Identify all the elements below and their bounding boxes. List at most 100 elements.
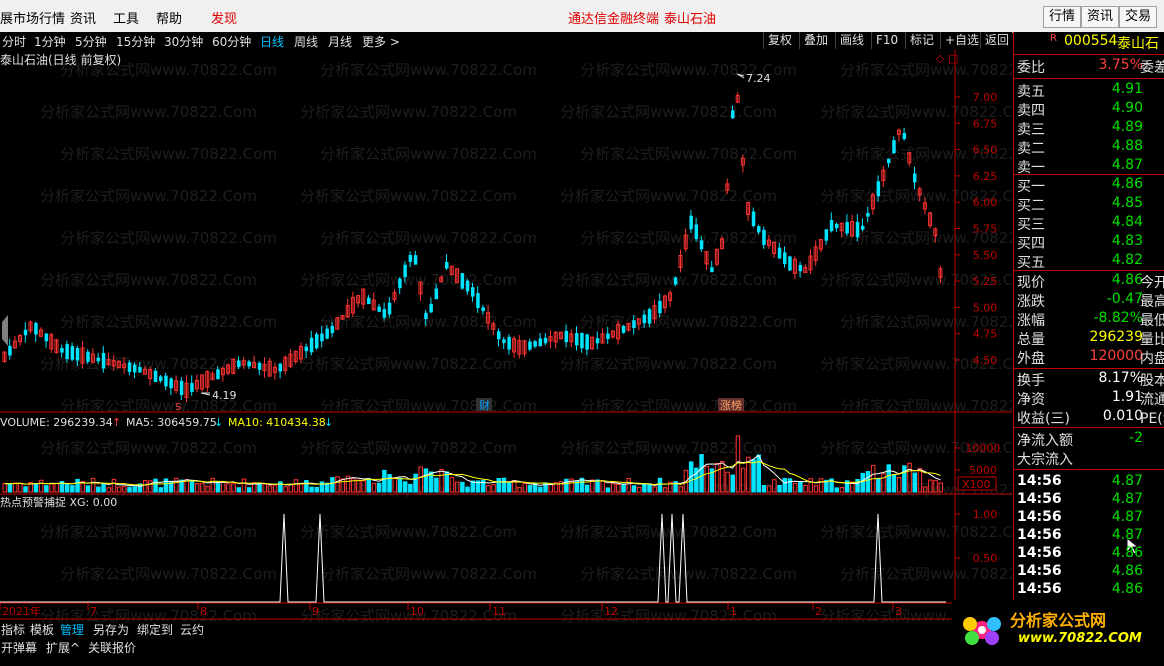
candle-body	[429, 303, 433, 313]
volume-bar	[7, 483, 13, 493]
volume-bar	[314, 486, 319, 493]
f10-button[interactable]: F10	[871, 32, 902, 49]
date-tick-label: 9	[312, 605, 319, 618]
period-weekly[interactable]: 周线	[294, 33, 318, 50]
candle-body	[502, 339, 506, 343]
watermark-text: 分析家公式网www.70822.Com	[580, 565, 797, 583]
mark-button[interactable]: 标记	[905, 32, 938, 49]
sell-row: 卖二 4.88	[1014, 138, 1164, 157]
watermark-text: 分析家公式网www.70822.Com	[320, 565, 537, 583]
volume-tick-label: 10000	[966, 442, 1001, 455]
volume-bar	[75, 478, 80, 493]
diamond-icon[interactable]: ◇ □	[936, 52, 958, 65]
candle-body	[528, 341, 532, 350]
overlay-button[interactable]: 叠加	[799, 32, 832, 49]
news-button[interactable]: 资讯	[1081, 6, 1120, 28]
period-5min[interactable]: 5分钟	[75, 33, 107, 50]
menu-market[interactable]: 展市场行情	[0, 8, 65, 27]
stat-row: 外盘 120000 内盘	[1014, 348, 1164, 367]
row-value: 4.87	[1111, 157, 1143, 173]
related-quote-button[interactable]: 关联报价	[88, 639, 136, 656]
tab-cloud[interactable]: 云约	[180, 621, 204, 638]
volume-bar	[818, 478, 824, 493]
tab-indicator[interactable]: 指标	[1, 621, 25, 638]
row-value: 4.86	[1111, 545, 1143, 561]
period-monthly[interactable]: 月线	[328, 33, 352, 50]
menu-help[interactable]: 帮助	[156, 8, 182, 27]
expand-button[interactable]: 扩展^	[46, 639, 80, 656]
candle-body	[460, 273, 465, 289]
row-value: 4.85	[1111, 195, 1143, 211]
volume-bar	[298, 483, 304, 493]
menu-news[interactable]: 资讯	[70, 8, 96, 27]
row-label: 14:56	[1017, 581, 1062, 597]
volume-bar	[777, 484, 782, 493]
candle-body	[762, 229, 766, 245]
period-daily[interactable]: 日线	[260, 33, 284, 50]
date-tick-label: 11	[492, 605, 506, 618]
candle-body	[434, 288, 439, 300]
candle-body	[75, 347, 80, 361]
volume-bar	[756, 454, 761, 493]
row-value: 4.90	[1111, 100, 1143, 116]
period-more[interactable]: 更多 >	[362, 33, 400, 50]
volume-bar	[376, 482, 382, 493]
watermark-text: 分析家公式网www.70822.Com	[300, 439, 517, 457]
period-30min[interactable]: 30分钟	[164, 33, 203, 50]
period-tick[interactable]: 分时	[2, 33, 26, 50]
candle-body	[824, 229, 829, 241]
tab-saveas[interactable]: 另存为	[93, 621, 129, 638]
period-15min[interactable]: 15分钟	[116, 33, 155, 50]
row-value: 1.91	[1111, 389, 1143, 405]
candle-body	[70, 346, 75, 360]
candle-body	[153, 370, 158, 382]
danmu-button[interactable]: 开弹幕	[1, 639, 37, 656]
volume-bar	[132, 486, 137, 493]
draw-button[interactable]: 画线	[835, 32, 868, 49]
candle-body	[325, 328, 329, 339]
candle-body	[481, 307, 485, 312]
watermark-text: 分析家公式网www.70822.Com	[40, 103, 257, 121]
trade-button[interactable]: 交易	[1119, 6, 1158, 28]
date-tick-label: 8	[200, 605, 207, 618]
menu-discover[interactable]: 发现	[211, 8, 237, 27]
candle-body	[507, 336, 511, 350]
watermark-text: 分析家公式网www.70822.Com	[60, 565, 277, 583]
tab-manage[interactable]: 管理	[60, 621, 84, 638]
candle-body	[377, 306, 381, 312]
candle-body	[304, 346, 309, 352]
menu-tools[interactable]: 工具	[113, 8, 139, 27]
period-1min[interactable]: 1分钟	[34, 33, 66, 50]
row-label: 净流入额	[1017, 433, 1073, 449]
buy-row: 买二 4.85	[1014, 195, 1164, 214]
price-tick-label: 7.00	[973, 91, 998, 104]
back-button[interactable]: 返回	[980, 32, 1013, 49]
ma5-label: MA5: 306459.75	[126, 416, 217, 429]
stat2-row: 净资 1.91 流通	[1014, 389, 1164, 408]
period-60min[interactable]: 60分钟	[212, 33, 251, 50]
add-watchlist-button[interactable]: +自选	[940, 32, 983, 49]
volume-bar	[413, 473, 418, 493]
row-extra-label: 流通	[1140, 392, 1164, 408]
tab-bind[interactable]: 绑定到	[137, 621, 173, 638]
tab-template[interactable]: 模板	[30, 621, 54, 638]
tick-row: 14:56 4.87	[1014, 491, 1164, 510]
watermark-text: 分析家公式网www.70822.Com	[40, 187, 257, 205]
watermark-text: 分析家公式网www.70822.Com	[40, 439, 257, 457]
volume-bar	[798, 481, 803, 493]
candle-body	[237, 360, 241, 368]
watermark-text: 分析家公式网www.70822.Com	[560, 523, 777, 541]
kline-chart[interactable]: 分析家公式网www.70822.Com 分析家公式网www.70822.Com 分析…	[0, 50, 1012, 630]
quote-button[interactable]: 行情	[1043, 6, 1082, 28]
row-value: -0.47	[1106, 291, 1143, 307]
candle-body	[190, 383, 194, 392]
left-scroll-handle[interactable]	[2, 315, 8, 346]
row-label: 买四	[1017, 236, 1045, 252]
volume-bar	[96, 486, 101, 493]
menu-bar: 展市场行情 资讯 工具 帮助 发现 通达信金融终端 泰山石油 行情 资讯 交易	[0, 0, 1164, 33]
candle-body	[330, 325, 335, 334]
watermark-text: 分析家公式网www.70822.Com	[820, 523, 1012, 541]
adjust-button[interactable]: 复权	[763, 32, 796, 49]
volume-bar	[803, 484, 808, 493]
candle-body	[580, 333, 584, 349]
